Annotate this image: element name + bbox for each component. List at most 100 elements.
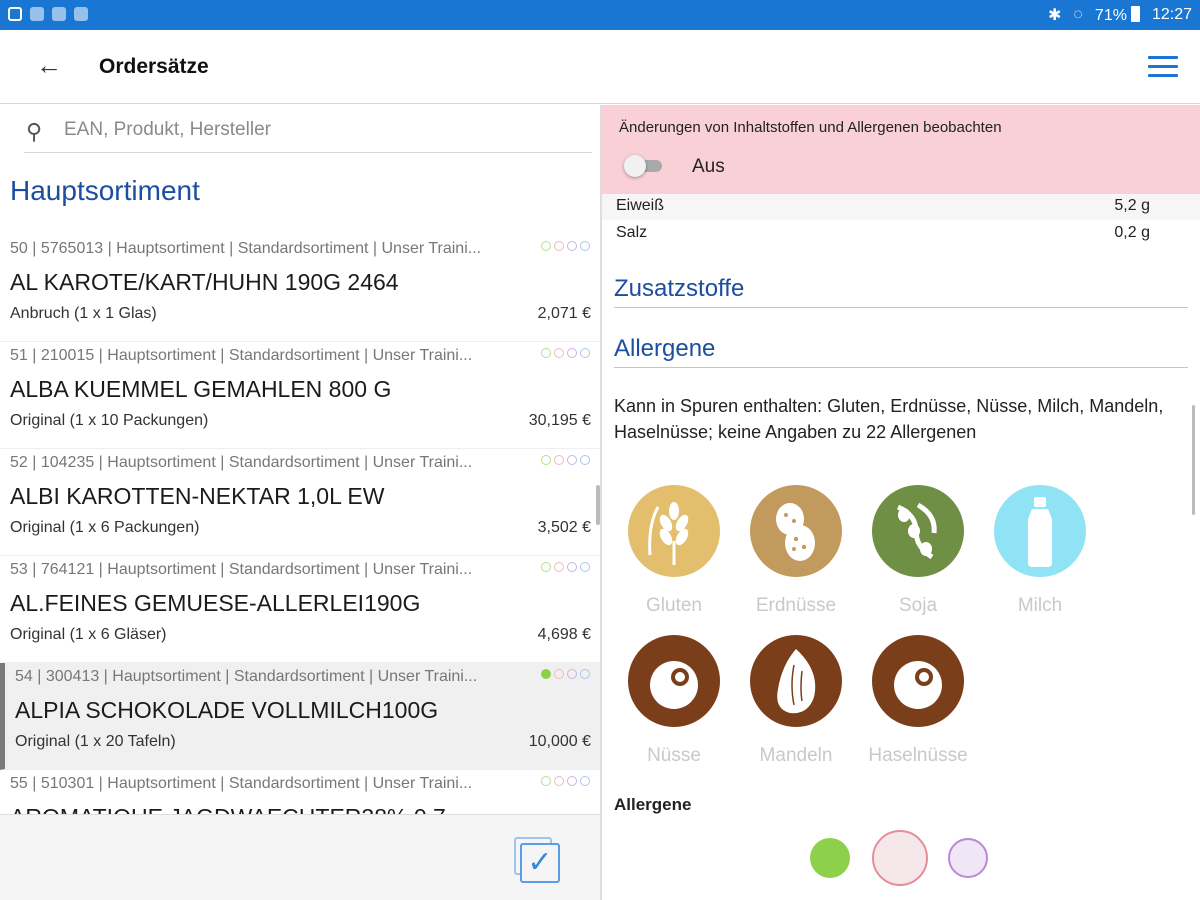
legend-pink-dot[interactable] — [872, 830, 928, 886]
product-meta: 52 | 104235 | Hauptsortiment | Standards… — [10, 454, 473, 471]
product-list-item[interactable]: 50 | 5765013 | Hauptsortiment | Standard… — [0, 235, 600, 342]
status-dot-icon — [541, 348, 551, 358]
hazelnut-icon — [628, 635, 720, 727]
gallery-icon — [74, 7, 88, 21]
app-bar: ← Ordersätze — [0, 30, 1200, 104]
toggle-knob — [624, 155, 646, 177]
status-dots — [541, 562, 590, 572]
product-name: ALPIA SCHOKOLADE VOLLMILCH100G — [15, 697, 439, 723]
legend-purple-dot[interactable] — [948, 838, 988, 878]
allergen-label: Nüsse — [647, 745, 701, 766]
product-packaging: Original (1 x 20 Tafeln) — [15, 733, 176, 750]
status-dot-icon — [541, 562, 551, 572]
allergen-nuesse: Nüsse — [614, 635, 734, 767]
bluetooth-icon: ✱ — [1048, 7, 1062, 24]
status-dot-icon — [580, 562, 590, 572]
product-list-item[interactable]: 53 | 764121 | Hauptsortiment | Standards… — [0, 556, 600, 663]
nutrition-row: Eiweiß 5,2 g — [602, 194, 1200, 220]
allergen-watch-banner: Änderungen von Inhaltstoffen und Allerge… — [602, 105, 1200, 194]
status-dot-icon — [567, 455, 577, 465]
product-detail-pane: Änderungen von Inhaltstoffen und Allerge… — [602, 105, 1200, 900]
status-dot-icon — [580, 348, 590, 358]
search-bar: ⚲ — [24, 117, 592, 153]
status-dot-icon — [580, 776, 590, 786]
status-dot-icon — [567, 776, 577, 786]
product-list: 50 | 5765013 | Hauptsortiment | Standard… — [0, 235, 600, 814]
soy-icon — [872, 485, 964, 577]
arrow-left-icon[interactable]: ← — [36, 50, 62, 81]
allergen-erdnuesse: Erdnüsse — [736, 485, 856, 617]
status-dot-icon — [554, 776, 564, 786]
notification-dot-icon — [52, 7, 66, 21]
product-price: 3,502 € — [537, 519, 591, 536]
product-meta: 53 | 764121 | Hauptsortiment | Standards… — [10, 561, 473, 578]
product-price: 30,195 € — [528, 412, 591, 429]
product-list-item[interactable]: 52 | 104235 | Hauptsortiment | Standards… — [0, 449, 600, 556]
allergen-haselnuesse: Haselnüsse — [858, 635, 978, 767]
product-packaging: Original (1 x 6 Gläser) — [10, 626, 167, 643]
notification-icons — [8, 7, 88, 21]
milk-bottle-icon — [994, 485, 1086, 577]
nutrition-row: Salz 0,2 g — [602, 221, 1200, 247]
allergen-watch-toggle[interactable] — [624, 155, 662, 177]
status-dot-icon — [541, 776, 551, 786]
status-dot-icon — [567, 669, 577, 679]
status-bar: ✱ ◌ 71% 12:27 — [0, 0, 1200, 30]
search-input[interactable] — [64, 119, 564, 141]
product-name: AL KAROTE/KART/HUHN 190G 2464 — [10, 269, 399, 295]
nutrient-value: 5,2 g — [1114, 197, 1150, 214]
product-price: 10,000 € — [528, 733, 591, 750]
section-title: Hauptsortiment — [10, 175, 200, 206]
status-dot-icon — [567, 562, 577, 572]
allergen-label: Haselnüsse — [868, 745, 968, 766]
trace-allergens-text: Kann in Spuren enthalten: Gluten, Erdnüs… — [614, 396, 1164, 442]
product-packaging: Anbruch (1 x 1 Glas) — [10, 305, 157, 322]
page-title: Ordersätze — [99, 55, 209, 78]
toggle-label: Aus — [692, 156, 725, 177]
product-meta: 54 | 300413 | Hauptsortiment | Standards… — [15, 668, 478, 685]
product-packaging: Original (1 x 6 Packungen) — [10, 519, 200, 536]
allergen-mandeln: Mandeln — [736, 635, 856, 767]
hamburger-menu-icon[interactable] — [1148, 56, 1178, 78]
screenshot-icon — [8, 7, 22, 21]
allergen-label: Mandeln — [759, 745, 833, 766]
allergen-gluten: Gluten — [614, 485, 734, 617]
status-dot-icon — [554, 241, 564, 251]
almond-icon — [750, 635, 842, 727]
product-list-pane: ⚲ Hauptsortiment 50 | 5765013 | Hauptsor… — [0, 105, 600, 814]
status-dot-icon — [554, 562, 564, 572]
nutrient-value: 0,2 g — [1114, 224, 1150, 241]
product-list-item[interactable]: 54 | 300413 | Hauptsortiment | Standards… — [0, 663, 600, 770]
checkbox-checked-icon: ✓ — [520, 843, 560, 883]
select-all-button[interactable]: ✓ — [514, 837, 560, 883]
status-dot-icon — [541, 241, 551, 251]
product-name: AROMATIQUE JAGDWAECHTER38% 0,7 — [10, 804, 446, 814]
status-icons: ✱ ◌ 71% 12:27 — [1048, 5, 1192, 25]
status-dot-icon — [580, 669, 590, 679]
allergen-label: Soja — [898, 595, 938, 616]
allergen-label: Gluten — [646, 595, 702, 616]
status-dots — [541, 241, 590, 251]
product-meta: 51 | 210015 | Hauptsortiment | Standards… — [10, 347, 473, 364]
product-list-item[interactable]: 51 | 210015 | Hauptsortiment | Standards… — [0, 342, 600, 449]
allergen-soja: Soja — [858, 485, 978, 617]
notification-dot-icon — [30, 7, 44, 21]
hazelnut-icon — [872, 635, 964, 727]
status-dot-icon — [554, 455, 564, 465]
legend-green-dot[interactable] — [810, 838, 850, 878]
nutrient-name: Salz — [616, 224, 648, 241]
status-dot-icon — [554, 348, 564, 358]
allergen-label: Erdnüsse — [755, 595, 837, 616]
clock: 12:27 — [1151, 6, 1192, 23]
scrollbar[interactable] — [1192, 405, 1195, 515]
product-name: AL.FEINES GEMUESE-ALLERLEI190G — [10, 590, 421, 616]
product-name: ALBI KAROTTEN-NEKTAR 1,0L EW — [10, 483, 385, 509]
product-packaging: Original (1 x 10 Packungen) — [10, 412, 209, 429]
peanut-icon — [750, 485, 842, 577]
product-list-item[interactable]: 55 | 510301 | Hauptsortiment | Standards… — [0, 770, 600, 814]
product-name: ALBA KUEMMEL GEMAHLEN 800 G — [10, 376, 392, 402]
product-price: 2,071 € — [537, 305, 591, 322]
wheat-icon — [628, 485, 720, 577]
status-dot-icon — [541, 669, 551, 679]
status-dots — [541, 776, 590, 786]
